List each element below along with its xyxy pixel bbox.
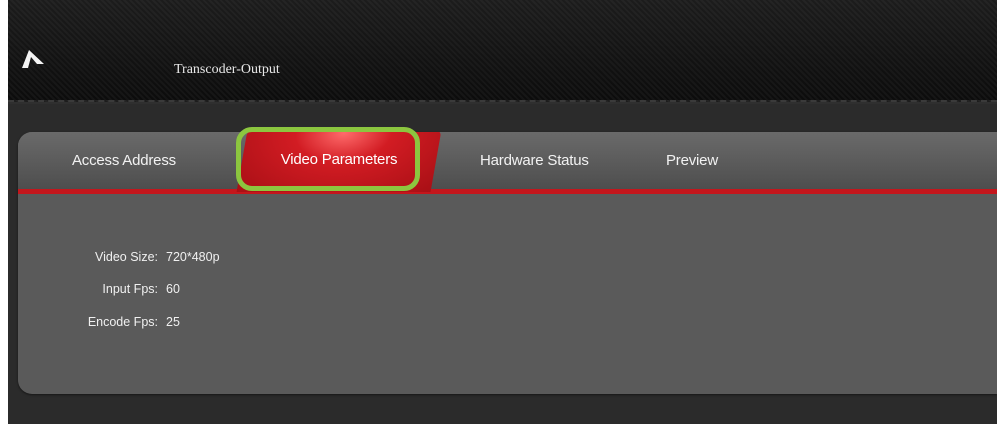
tab-preview[interactable]: Preview	[666, 152, 718, 169]
input-fps-value: 60	[166, 282, 180, 296]
video-size-value: 720*480p	[166, 250, 220, 264]
tab-video-parameters[interactable]: Video Parameters	[234, 132, 444, 192]
tab-access-address[interactable]: Access Address	[72, 152, 176, 169]
encode-fps-value: 25	[166, 315, 180, 329]
logo-icon	[22, 50, 44, 68]
header-bar: Transcoder-Output	[8, 0, 997, 102]
encode-fps-label: Encode Fps:	[87, 315, 158, 329]
tab-bar: Access Address Video Parameters Hardware…	[18, 132, 997, 194]
input-fps-label: Input Fps:	[102, 282, 158, 296]
tab-hardware-status[interactable]: Hardware Status	[480, 152, 589, 169]
tab-video-parameters-label: Video Parameters	[280, 151, 398, 168]
main-panel: Access Address Video Parameters Hardware…	[18, 132, 997, 394]
app-title: Transcoder-Output	[174, 62, 280, 77]
video-size-label: Video Size:	[94, 250, 158, 264]
